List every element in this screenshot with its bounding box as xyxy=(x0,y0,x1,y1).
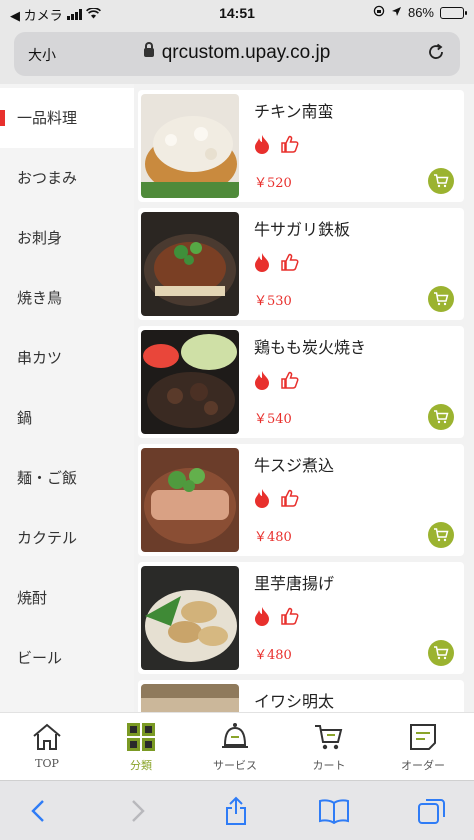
recommended-icon xyxy=(280,134,300,159)
spicy-icon xyxy=(254,134,270,159)
product-image[interactable] xyxy=(141,94,239,198)
tabs-button[interactable] xyxy=(412,795,452,827)
add-to-cart-button[interactable] xyxy=(428,404,454,430)
url-display[interactable]: qrcustom.upay.co.jp xyxy=(14,42,460,64)
category-item-sashimi[interactable]: お刺身 xyxy=(0,208,134,268)
category-item-ippin[interactable]: 一品料理 xyxy=(0,88,134,148)
category-sidebar: 一品料理 おつまみ お刺身 焼き鳥 串カツ 鍋 麺・ご飯 カクテル 焼酎 ビール xyxy=(0,84,134,712)
order-icon xyxy=(410,724,436,750)
cart-icon xyxy=(434,174,449,188)
product-badges xyxy=(254,370,300,395)
nav-item-top[interactable]: TOP xyxy=(0,713,94,781)
product-image[interactable] xyxy=(141,566,239,670)
product-name: 鶏もも炭火焼き xyxy=(254,338,367,357)
location-icon xyxy=(391,5,402,20)
product-card[interactable]: 鶏もも炭火焼き ￥540 xyxy=(138,326,464,438)
spicy-icon xyxy=(254,488,270,513)
bottom-nav: TOP 分類 サービス カート オーダー xyxy=(0,712,474,780)
book-icon xyxy=(319,799,349,824)
product-card[interactable]: 里芋唐揚げ ￥480 xyxy=(138,562,464,674)
product-name: イワシ明太 xyxy=(254,692,335,711)
category-item-nabe[interactable]: 鍋 xyxy=(0,388,134,448)
category-item-beer[interactable]: ビール xyxy=(0,628,134,688)
product-card[interactable]: チキン南蛮 ￥520 xyxy=(138,90,464,202)
product-list: チキン南蛮 ￥520 牛サガリ鉄板 ￥530 鶏もも炭火焼き ￥540 牛スジ煮… xyxy=(138,84,466,712)
product-price: ￥520 xyxy=(254,176,292,191)
spicy-icon xyxy=(254,252,270,277)
tabs-icon xyxy=(418,799,445,824)
browser-address-area: 大小 qrcustom.upay.co.jp xyxy=(0,26,474,84)
battery-percent: 86% xyxy=(407,5,434,20)
cart-icon xyxy=(434,646,449,660)
chevron-right-icon xyxy=(132,800,145,822)
grid-icon xyxy=(127,723,155,751)
product-image[interactable] xyxy=(141,212,239,316)
rotation-lock-icon xyxy=(373,5,385,20)
reload-icon[interactable] xyxy=(426,42,446,68)
product-name: 里芋唐揚げ xyxy=(254,574,335,593)
chevron-left-icon xyxy=(31,800,44,822)
category-item-kushikatsu[interactable]: 串カツ xyxy=(0,328,134,388)
product-card[interactable]: 牛スジ煮込 ￥480 xyxy=(138,444,464,556)
cart-icon xyxy=(434,292,449,306)
battery-icon xyxy=(440,6,467,19)
product-price: ￥540 xyxy=(254,412,292,427)
home-icon xyxy=(33,723,61,750)
category-item-otsumami[interactable]: おつまみ xyxy=(0,148,134,208)
url-text: qrcustom.upay.co.jp xyxy=(161,42,331,63)
add-to-cart-button[interactable] xyxy=(428,168,454,194)
forward-button[interactable] xyxy=(118,795,158,827)
product-price: ￥480 xyxy=(254,530,292,545)
nav-item-category[interactable]: 分類 xyxy=(94,713,188,781)
nav-item-order[interactable]: オーダー xyxy=(376,713,470,781)
product-image[interactable] xyxy=(141,448,239,552)
add-to-cart-button[interactable] xyxy=(428,522,454,548)
recommended-icon xyxy=(280,606,300,631)
category-item-shochu[interactable]: 焼酎 xyxy=(0,568,134,628)
product-name: 牛スジ煮込 xyxy=(254,456,335,475)
cart-icon xyxy=(434,528,449,542)
nav-item-service[interactable]: サービス xyxy=(188,713,282,781)
add-to-cart-button[interactable] xyxy=(428,640,454,666)
address-bar[interactable]: 大小 qrcustom.upay.co.jp xyxy=(14,32,460,76)
nav-label: 分類 xyxy=(130,759,152,772)
add-to-cart-button[interactable] xyxy=(428,286,454,312)
category-item-yakitori[interactable]: 焼き鳥 xyxy=(0,268,134,328)
nav-label: オーダー xyxy=(401,759,445,772)
status-right: 86% xyxy=(373,5,467,20)
bookmarks-button[interactable] xyxy=(314,795,354,827)
product-name: 牛サガリ鉄板 xyxy=(254,220,351,239)
spicy-icon xyxy=(254,606,270,631)
product-image[interactable] xyxy=(141,330,239,434)
product-name: チキン南蛮 xyxy=(254,102,334,121)
nav-label: TOP xyxy=(35,757,59,770)
product-badges xyxy=(254,488,300,513)
recommended-icon xyxy=(280,488,300,513)
recommended-icon xyxy=(280,370,300,395)
lock-icon xyxy=(143,42,154,57)
bell-icon xyxy=(222,723,248,748)
product-price: ￥530 xyxy=(254,294,292,309)
category-item-noodles-rice[interactable]: 麺・ご飯 xyxy=(0,448,134,508)
product-card[interactable]: イワシ明太 xyxy=(138,680,464,712)
share-button[interactable] xyxy=(216,795,256,827)
nav-label: サービス xyxy=(213,759,257,772)
share-icon xyxy=(226,796,246,825)
spicy-icon xyxy=(254,370,270,395)
category-item-cocktail[interactable]: カクテル xyxy=(0,508,134,568)
recommended-icon xyxy=(280,252,300,277)
status-bar: ◀ カメラ 14:51 86% xyxy=(0,0,474,26)
product-price: ￥480 xyxy=(254,648,292,663)
product-badges xyxy=(254,252,300,277)
cart-icon xyxy=(315,725,343,750)
nav-item-cart[interactable]: カート xyxy=(282,713,376,781)
nav-label: カート xyxy=(312,759,346,772)
back-button[interactable] xyxy=(18,795,58,827)
browser-toolbar xyxy=(0,780,474,840)
product-card[interactable]: 牛サガリ鉄板 ￥530 xyxy=(138,208,464,320)
product-badges xyxy=(254,134,300,159)
product-badges xyxy=(254,606,300,631)
product-image[interactable] xyxy=(141,684,239,712)
cart-icon xyxy=(434,410,449,424)
